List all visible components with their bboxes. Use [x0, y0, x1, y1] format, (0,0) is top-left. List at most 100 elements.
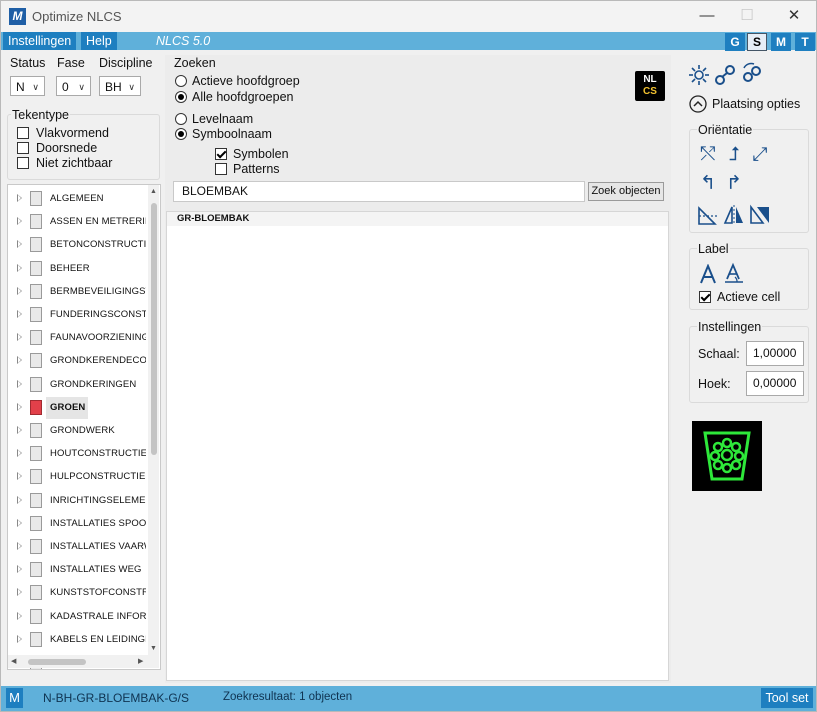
- tree-item[interactable]: HOUTCONSTRUCTIES: [8, 443, 148, 465]
- alle-hoofdgroepen-radio[interactable]: [175, 91, 187, 103]
- expand-arrow-icon[interactable]: [17, 379, 22, 388]
- scroll-down-icon[interactable]: ▼: [150, 645, 157, 652]
- expand-arrow-icon[interactable]: [17, 495, 22, 504]
- tree-horizontal-scrollbar[interactable]: ◀ ▶: [8, 655, 159, 668]
- menu-instellingen[interactable]: Instellingen: [3, 32, 77, 50]
- mode-m-button[interactable]: M: [771, 33, 791, 51]
- tree-item[interactable]: GRONDKERENDECONSTRUCTIE: [8, 350, 148, 372]
- tree-item[interactable]: BETONCONSTRUCTIE: [8, 234, 148, 256]
- status-m-badge[interactable]: M: [6, 688, 23, 708]
- minimize-button[interactable]: —: [696, 6, 718, 26]
- expand-arrow-icon[interactable]: [17, 263, 22, 272]
- tree-item[interactable]: INSTALLATIES WEG: [8, 559, 148, 581]
- doorsnede-checkbox[interactable]: [17, 142, 29, 154]
- tree-item[interactable]: FUNDERINGSCONSTRUCTIE: [8, 304, 148, 326]
- expand-arrow-icon[interactable]: [17, 402, 22, 411]
- results-list[interactable]: GR-BLOEMBAK: [166, 211, 669, 681]
- rotate-right-icon[interactable]: ↱: [722, 173, 746, 195]
- tree-vertical-scrollbar[interactable]: ▲ ▼: [148, 185, 159, 655]
- tree-scroll-thumb[interactable]: [151, 203, 157, 455]
- tree-hscroll-thumb[interactable]: [28, 659, 86, 665]
- tree-item-label: ALGEMEEN: [50, 193, 104, 204]
- mode-t-button[interactable]: T: [795, 33, 815, 51]
- link-refresh-icon[interactable]: [740, 62, 764, 86]
- mirror-vertical-icon[interactable]: [723, 204, 745, 226]
- tree-item[interactable]: BERMBEVEILIGINGSVOORZIENING: [8, 281, 148, 303]
- tree-item[interactable]: KADASTRALE INFORMATIE: [8, 606, 148, 628]
- vlakvormend-checkbox[interactable]: [17, 127, 29, 139]
- tree-item[interactable]: GROEN: [8, 396, 148, 419]
- search-input[interactable]: BLOEMBAK: [173, 181, 585, 202]
- actieve-cell-checkbox[interactable]: [699, 291, 711, 303]
- niet-zichtbaar-checkbox[interactable]: [17, 157, 29, 169]
- orient-view-icon[interactable]: ⤲: [696, 144, 720, 166]
- expand-arrow-icon[interactable]: [17, 565, 22, 574]
- tree-item[interactable]: KABELS EN LEIDINGEN: [8, 629, 148, 651]
- discipline-select[interactable]: BH ∨: [99, 76, 141, 96]
- status-select[interactable]: N ∨: [10, 76, 45, 96]
- tree-item[interactable]: INSTALLATIES SPOOR: [8, 513, 148, 535]
- chevron-down-icon: ∨: [128, 82, 135, 92]
- collapse-up-icon[interactable]: [689, 95, 707, 113]
- tree-item[interactable]: GRONDWERK: [8, 420, 148, 442]
- orient-xy-icon[interactable]: ⮥: [722, 144, 746, 166]
- close-button[interactable]: ✕: [783, 6, 805, 26]
- expand-arrow-icon[interactable]: [17, 240, 22, 249]
- expand-arrow-icon[interactable]: [17, 449, 22, 458]
- text-a-icon[interactable]: [699, 264, 717, 284]
- maximize-button[interactable]: ☐: [736, 6, 758, 26]
- orient-diagonal-icon[interactable]: ⤢: [748, 144, 772, 166]
- expand-arrow-icon[interactable]: [17, 310, 22, 318]
- actieve-hoofdgroep-radio[interactable]: [175, 75, 187, 87]
- folder-icon: [30, 353, 42, 369]
- link-icon[interactable]: [714, 64, 736, 86]
- expand-arrow-icon[interactable]: [17, 356, 22, 365]
- expand-arrow-icon[interactable]: [17, 588, 22, 597]
- expand-arrow-icon[interactable]: [17, 217, 22, 226]
- expand-arrow-icon[interactable]: [17, 333, 22, 342]
- fase-select[interactable]: 0 ∨: [56, 76, 91, 96]
- tree-item[interactable]: ALGEMEEN: [8, 188, 148, 210]
- expand-arrow-icon[interactable]: [17, 286, 22, 295]
- rotate-left-icon[interactable]: ↰: [696, 173, 720, 195]
- zoek-objecten-button[interactable]: Zoek objecten: [588, 182, 664, 201]
- scroll-up-icon[interactable]: ▲: [150, 188, 157, 195]
- folder-icon: [30, 631, 42, 647]
- expand-arrow-icon[interactable]: [17, 611, 22, 620]
- tree-item[interactable]: GRONDKERINGEN: [8, 374, 148, 396]
- schaal-input[interactable]: 1,00000: [746, 341, 804, 366]
- expand-arrow-icon[interactable]: [17, 634, 22, 643]
- scroll-right-icon[interactable]: ▶: [138, 657, 143, 665]
- levelnaam-radio[interactable]: [175, 113, 187, 125]
- tree-item[interactable]: KUNSTSTOFCONSTRUCTIES: [8, 582, 148, 604]
- tree-item[interactable]: HULPCONSTRUCTIES: [8, 466, 148, 488]
- text-angle-icon[interactable]: [723, 262, 745, 284]
- tool-set-button[interactable]: Tool set: [761, 688, 813, 708]
- tree-item[interactable]: BEHEER: [8, 258, 148, 280]
- menu-help[interactable]: Help: [81, 32, 117, 50]
- tree-item[interactable]: INSTALLATIES VAARWEG: [8, 536, 148, 558]
- expand-arrow-icon[interactable]: [17, 426, 22, 434]
- tree-item[interactable]: FAUNAVOORZIENINGEN: [8, 327, 148, 349]
- expand-arrow-icon[interactable]: [17, 194, 22, 202]
- mirror-diag-icon[interactable]: [697, 204, 719, 226]
- scroll-left-icon[interactable]: ◀: [11, 657, 16, 665]
- patterns-checkbox[interactable]: [215, 163, 227, 175]
- hoofdgroep-tree[interactable]: ALGEMEEN ASSEN EN METRERING BETONCONSTRUCT…: [7, 184, 161, 670]
- symboolnaam-radio[interactable]: [175, 128, 187, 140]
- expand-arrow-icon[interactable]: [17, 542, 22, 550]
- result-row[interactable]: GR-BLOEMBAK: [167, 212, 668, 226]
- mirror-skew-icon[interactable]: [749, 204, 771, 226]
- tree-item[interactable]: INRICHTINGSELEMENTEN: [8, 490, 148, 512]
- tree-item[interactable]: ASSEN EN METRERING: [8, 211, 148, 233]
- expand-arrow-icon[interactable]: [17, 518, 22, 527]
- symbolen-checkbox[interactable]: [215, 148, 227, 160]
- folder-icon: [30, 515, 42, 531]
- fase-value: 0: [62, 80, 69, 94]
- hoek-input[interactable]: 0,00000: [746, 371, 804, 396]
- expand-arrow-icon[interactable]: [17, 472, 22, 481]
- mode-g-button[interactable]: G: [725, 33, 745, 51]
- sun-settings-icon[interactable]: [688, 64, 710, 86]
- symbol-preview: [692, 421, 762, 491]
- mode-s-button[interactable]: S: [747, 33, 767, 51]
